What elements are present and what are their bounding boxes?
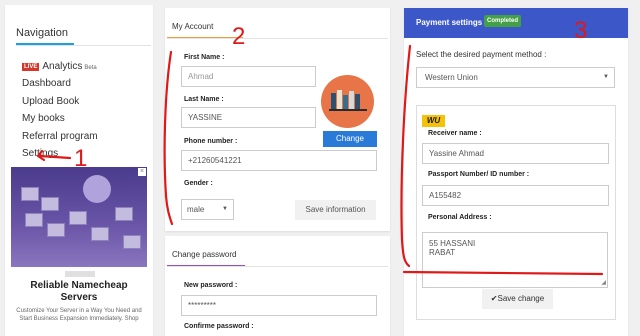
namecheap-logo — [65, 271, 95, 277]
last-name-input[interactable]: YASSINE — [181, 107, 316, 128]
gender-label: Gender : — [184, 180, 213, 187]
my-account-title: My Account — [172, 22, 214, 31]
new-password-label: New password : — [184, 282, 238, 289]
live-badge: LIVE — [22, 63, 40, 71]
book-icon — [349, 91, 354, 109]
payment-settings-panel: Payment settings Completed Select the de… — [404, 8, 628, 336]
resize-grip-icon[interactable]: ◢ — [601, 280, 606, 286]
address-line: 55 HASSANI — [429, 239, 476, 248]
nav-item-referral-program[interactable]: Referral program — [22, 131, 98, 142]
payment-method-select[interactable]: Western Union ▼ — [416, 67, 615, 88]
avatar — [321, 75, 374, 128]
confirm-password-label: Confirme password : — [184, 323, 254, 330]
chevron-down-icon: ▼ — [603, 74, 609, 80]
my-account-panel: My Account First Name : Ahmad Last Name … — [165, 8, 390, 231]
first-name-input[interactable]: Ahmad — [181, 66, 316, 87]
payment-settings-title: Payment settings — [416, 18, 483, 27]
server-icon — [21, 187, 39, 201]
book-icon — [331, 93, 336, 109]
nav-item-upload-book[interactable]: Upload Book — [22, 96, 79, 107]
save-information-button[interactable]: Save information — [295, 200, 376, 220]
nav-item-analytics[interactable]: LIVE Analytics Beta — [22, 61, 97, 72]
nav-item-label: Analytics — [42, 61, 83, 72]
phone-input[interactable]: +21260541221 — [181, 150, 377, 171]
server-icon — [69, 211, 87, 225]
change-photo-button[interactable]: Change — [323, 131, 377, 147]
save-change-button[interactable]: ✔Save change — [482, 289, 553, 309]
phone-label: Phone number : — [184, 138, 238, 145]
western-union-logo: WU — [422, 115, 445, 127]
my-account-divider — [167, 38, 388, 39]
server-icon — [47, 223, 65, 237]
ad-banner-body[interactable]: Reliable Namecheap Servers Customize You… — [11, 267, 147, 336]
navigation-divider — [16, 45, 151, 46]
server-icon — [91, 227, 109, 241]
change-password-title: Change password — [172, 250, 237, 259]
receiver-name-label: Receiver name : — [428, 130, 482, 137]
shelf-icon — [329, 109, 367, 111]
save-change-label: Save change — [497, 294, 545, 303]
close-icon[interactable]: × — [138, 168, 146, 176]
status-badge: Completed — [484, 15, 522, 27]
change-password-divider — [167, 266, 388, 267]
nav-item-my-books[interactable]: My books — [22, 113, 65, 124]
gender-value: male — [187, 205, 205, 214]
ad-description: Customize Your Server in a Way You Need … — [16, 308, 142, 322]
nav-item-settings[interactable]: Settings — [22, 148, 58, 159]
passport-number-input[interactable]: A155482 — [422, 185, 609, 206]
checkmark-icon: ✔ — [490, 294, 498, 303]
navigation-title: Navigation — [16, 27, 68, 39]
payment-method-value: Western Union — [425, 73, 478, 82]
server-icon — [41, 197, 59, 211]
new-password-input[interactable]: ********* — [181, 295, 377, 316]
receiver-name-input[interactable]: Yassine Ahmad — [422, 143, 609, 164]
nav-item-dashboard[interactable]: Dashboard — [22, 78, 71, 89]
personal-address-textarea[interactable]: 55 HASSANI RABAT ◢ — [422, 232, 608, 288]
personal-address-label: Personal Address : — [428, 214, 492, 221]
last-name-label: Last Name : — [184, 96, 224, 103]
beta-tag: Beta — [84, 65, 97, 71]
ad-banner-image[interactable]: × — [11, 167, 147, 267]
moon-icon — [83, 175, 111, 203]
book-icon — [343, 95, 348, 109]
ad-title: Reliable Namecheap Servers — [30, 280, 128, 303]
gender-select[interactable]: male ▼ — [181, 199, 234, 220]
payment-settings-header: Payment settings Completed — [404, 8, 628, 38]
address-line: RABAT — [429, 248, 456, 257]
passport-number-label: Passport Number/ ID number : — [428, 171, 530, 178]
chevron-down-icon: ▼ — [222, 206, 228, 212]
server-icon — [115, 207, 133, 221]
book-icon — [355, 94, 360, 109]
first-name-label: First Name : — [184, 54, 225, 61]
change-password-panel: Change password New password : *********… — [165, 236, 390, 336]
payment-method-prompt: Select the desired payment method : — [416, 50, 547, 59]
book-icon — [337, 90, 342, 109]
server-icon — [123, 235, 141, 249]
server-icon — [25, 213, 43, 227]
